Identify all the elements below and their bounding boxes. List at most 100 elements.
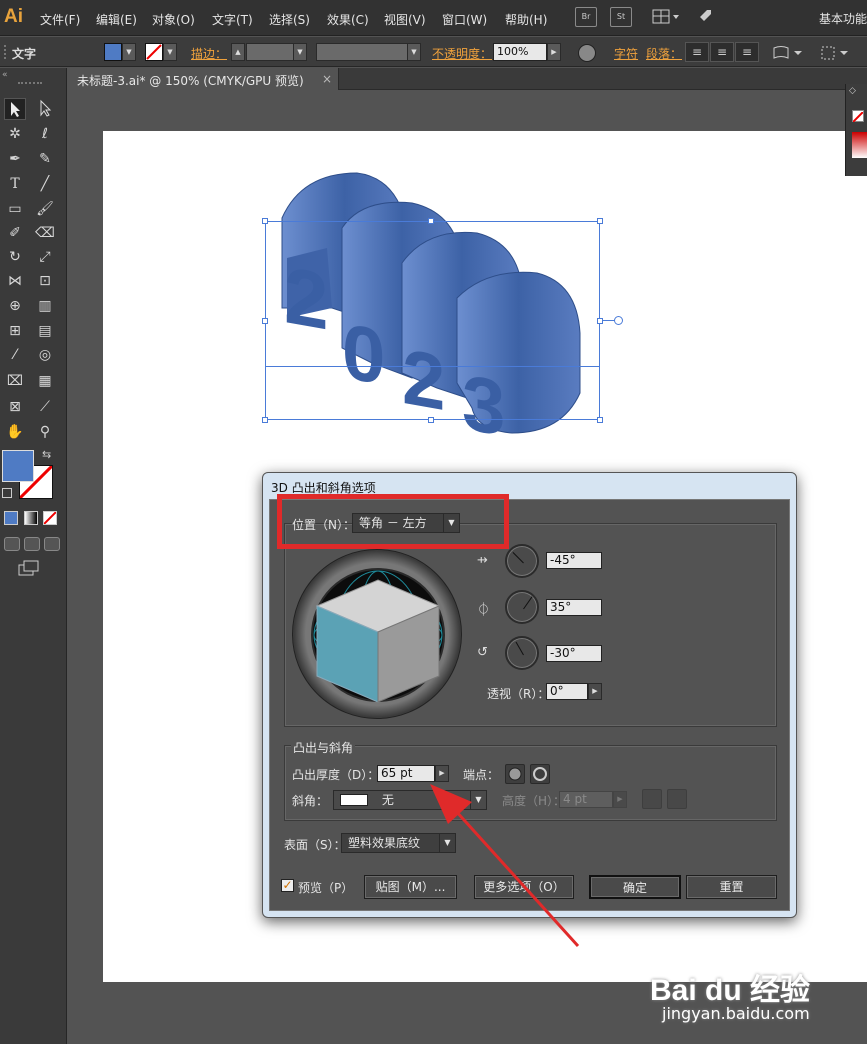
handle-bottom-mid[interactable]: [428, 417, 434, 423]
draw-normal-icon[interactable]: [4, 537, 20, 551]
slice-tool-icon[interactable]: ⟋: [34, 396, 56, 418]
handle-bottom-left[interactable]: [262, 417, 268, 423]
selection-tool-icon[interactable]: [4, 98, 26, 120]
close-tab-icon[interactable]: ×: [322, 72, 332, 86]
scale-tool-icon[interactable]: ⤢: [34, 246, 56, 268]
type-tool-icon[interactable]: T: [4, 173, 26, 195]
stroke-weight-dropdown-icon[interactable]: ▼: [293, 43, 307, 61]
menu-effect[interactable]: 效果(C): [327, 11, 369, 28]
recolor-icon[interactable]: [578, 44, 596, 62]
paintbrush-tool-icon[interactable]: 🖌: [34, 198, 56, 220]
grip-icon[interactable]: [4, 45, 8, 59]
character-link[interactable]: 字符: [614, 45, 638, 62]
line-tool-icon[interactable]: ╱: [34, 173, 56, 195]
handle-top-mid[interactable]: [428, 218, 434, 224]
transform-options-icon[interactable]: [820, 45, 852, 61]
perspective-input[interactable]: 0°: [546, 683, 588, 700]
stroke-swatch[interactable]: [145, 43, 163, 61]
fill-color-box[interactable]: [2, 450, 34, 482]
fill-swatch[interactable]: [104, 43, 122, 61]
text-out-port[interactable]: [614, 316, 623, 325]
handle-top-left[interactable]: [262, 218, 268, 224]
menu-edit[interactable]: 编辑(E): [96, 11, 137, 28]
arrange-documents-icon[interactable]: [652, 9, 680, 25]
height-arrow-icon[interactable]: ▶: [613, 791, 627, 808]
stroke-weight-stepper[interactable]: ▲: [231, 43, 245, 61]
pen-tool-icon[interactable]: ✒: [4, 148, 26, 170]
y-rotation-input[interactable]: 35°: [546, 599, 602, 616]
eraser-tool-icon[interactable]: ⌫: [34, 222, 56, 244]
paragraph-link[interactable]: 段落：: [646, 45, 682, 62]
stroke-weight-field[interactable]: [246, 43, 294, 61]
swap-colors-icon[interactable]: ⇆: [42, 448, 51, 461]
direct-selection-tool-icon[interactable]: [34, 98, 56, 120]
free-transform-tool-icon[interactable]: ⊡: [34, 270, 56, 292]
align-center-icon[interactable]: ≡: [710, 42, 734, 62]
stock-button[interactable]: St: [610, 7, 632, 27]
collapse-panel-icon[interactable]: «: [2, 70, 8, 80]
rotate-tool-icon[interactable]: ↻: [4, 246, 26, 268]
menu-file[interactable]: 文件(F): [40, 11, 80, 28]
menu-type[interactable]: 文字(T): [212, 11, 253, 28]
color-mode-icon[interactable]: [4, 511, 18, 525]
eyedropper-tool-icon[interactable]: ⁄: [4, 344, 26, 366]
tools-grip-icon[interactable]: [18, 82, 42, 85]
x-rotation-dial[interactable]: [505, 544, 539, 578]
opacity-input[interactable]: 100%: [493, 43, 547, 61]
draw-inside-icon[interactable]: [44, 537, 60, 551]
bevel-in-icon[interactable]: [667, 789, 687, 809]
column-graph-tool-icon[interactable]: ▦: [34, 370, 56, 392]
width-tool-icon[interactable]: ⋈: [4, 270, 26, 292]
shaper-tool-icon[interactable]: ✐: [4, 222, 26, 244]
profile-dropdown-icon[interactable]: ▼: [407, 43, 421, 61]
zoom-tool-icon[interactable]: ⚲: [34, 421, 56, 443]
z-rotation-input[interactable]: -30°: [546, 645, 602, 662]
menu-window[interactable]: 窗口(W): [442, 11, 487, 28]
rotation-trackball[interactable]: [292, 549, 462, 719]
x-rotation-input[interactable]: -45°: [546, 552, 602, 569]
ok-button[interactable]: 确定: [589, 875, 681, 899]
stroke-label[interactable]: 描边：: [191, 45, 227, 62]
symbol-sprayer-tool-icon[interactable]: ⌧: [4, 370, 26, 392]
curvature-tool-icon[interactable]: ✎: [34, 148, 56, 170]
menu-view[interactable]: 视图(V): [384, 11, 426, 28]
handle-top-right[interactable]: [597, 218, 603, 224]
default-colors-icon[interactable]: [2, 488, 12, 498]
hand-tool-icon[interactable]: ✋: [4, 421, 26, 443]
handle-bottom-right[interactable]: [597, 417, 603, 423]
align-right-icon[interactable]: ≡: [735, 42, 759, 62]
panel-none-swatch[interactable]: [852, 110, 864, 123]
fill-dropdown-icon[interactable]: ▼: [122, 43, 136, 61]
rectangle-tool-icon[interactable]: ▭: [4, 198, 26, 220]
workspace-switcher[interactable]: 基本功能: [819, 10, 867, 27]
screen-mode-icon[interactable]: [18, 560, 40, 576]
blend-tool-icon[interactable]: ◎: [34, 344, 56, 366]
magic-wand-tool-icon[interactable]: ✲: [4, 123, 26, 145]
preview-checkbox[interactable]: ✓: [281, 879, 294, 892]
gradient-tool-icon[interactable]: ▤: [34, 320, 56, 342]
selection-bounding-box[interactable]: [265, 221, 600, 420]
y-rotation-dial[interactable]: [505, 590, 539, 624]
reset-button[interactable]: 重置: [686, 875, 777, 899]
menu-help[interactable]: 帮助(H): [505, 11, 547, 28]
stroke-dropdown-icon[interactable]: ▼: [163, 43, 177, 61]
panel-expand-icon[interactable]: ◇: [849, 86, 856, 96]
draw-behind-icon[interactable]: [24, 537, 40, 551]
menu-object[interactable]: 对象(O): [152, 11, 195, 28]
opacity-arrow-icon[interactable]: ▶: [547, 43, 561, 61]
bevel-out-icon[interactable]: [642, 789, 662, 809]
envelope-warp-icon[interactable]: [772, 45, 804, 61]
opacity-label[interactable]: 不透明度：: [432, 45, 492, 62]
none-mode-icon[interactable]: [43, 511, 57, 525]
mesh-tool-icon[interactable]: ⊞: [4, 320, 26, 342]
lasso-tool-icon[interactable]: ℓ: [34, 123, 56, 145]
rocket-icon[interactable]: [695, 8, 713, 26]
shape-builder-tool-icon[interactable]: ⊕: [4, 295, 26, 317]
z-rotation-dial[interactable]: [505, 636, 539, 670]
panel-color-spectrum[interactable]: [852, 132, 867, 158]
bridge-button[interactable]: Br: [575, 7, 597, 27]
handle-mid-right[interactable]: [597, 318, 603, 324]
document-tab[interactable]: 未标题-3.ai* @ 150% (CMYK/GPU 预览) ×: [67, 68, 339, 90]
artboard-tool-icon[interactable]: ⊠: [4, 396, 26, 418]
gradient-mode-icon[interactable]: [24, 511, 38, 525]
